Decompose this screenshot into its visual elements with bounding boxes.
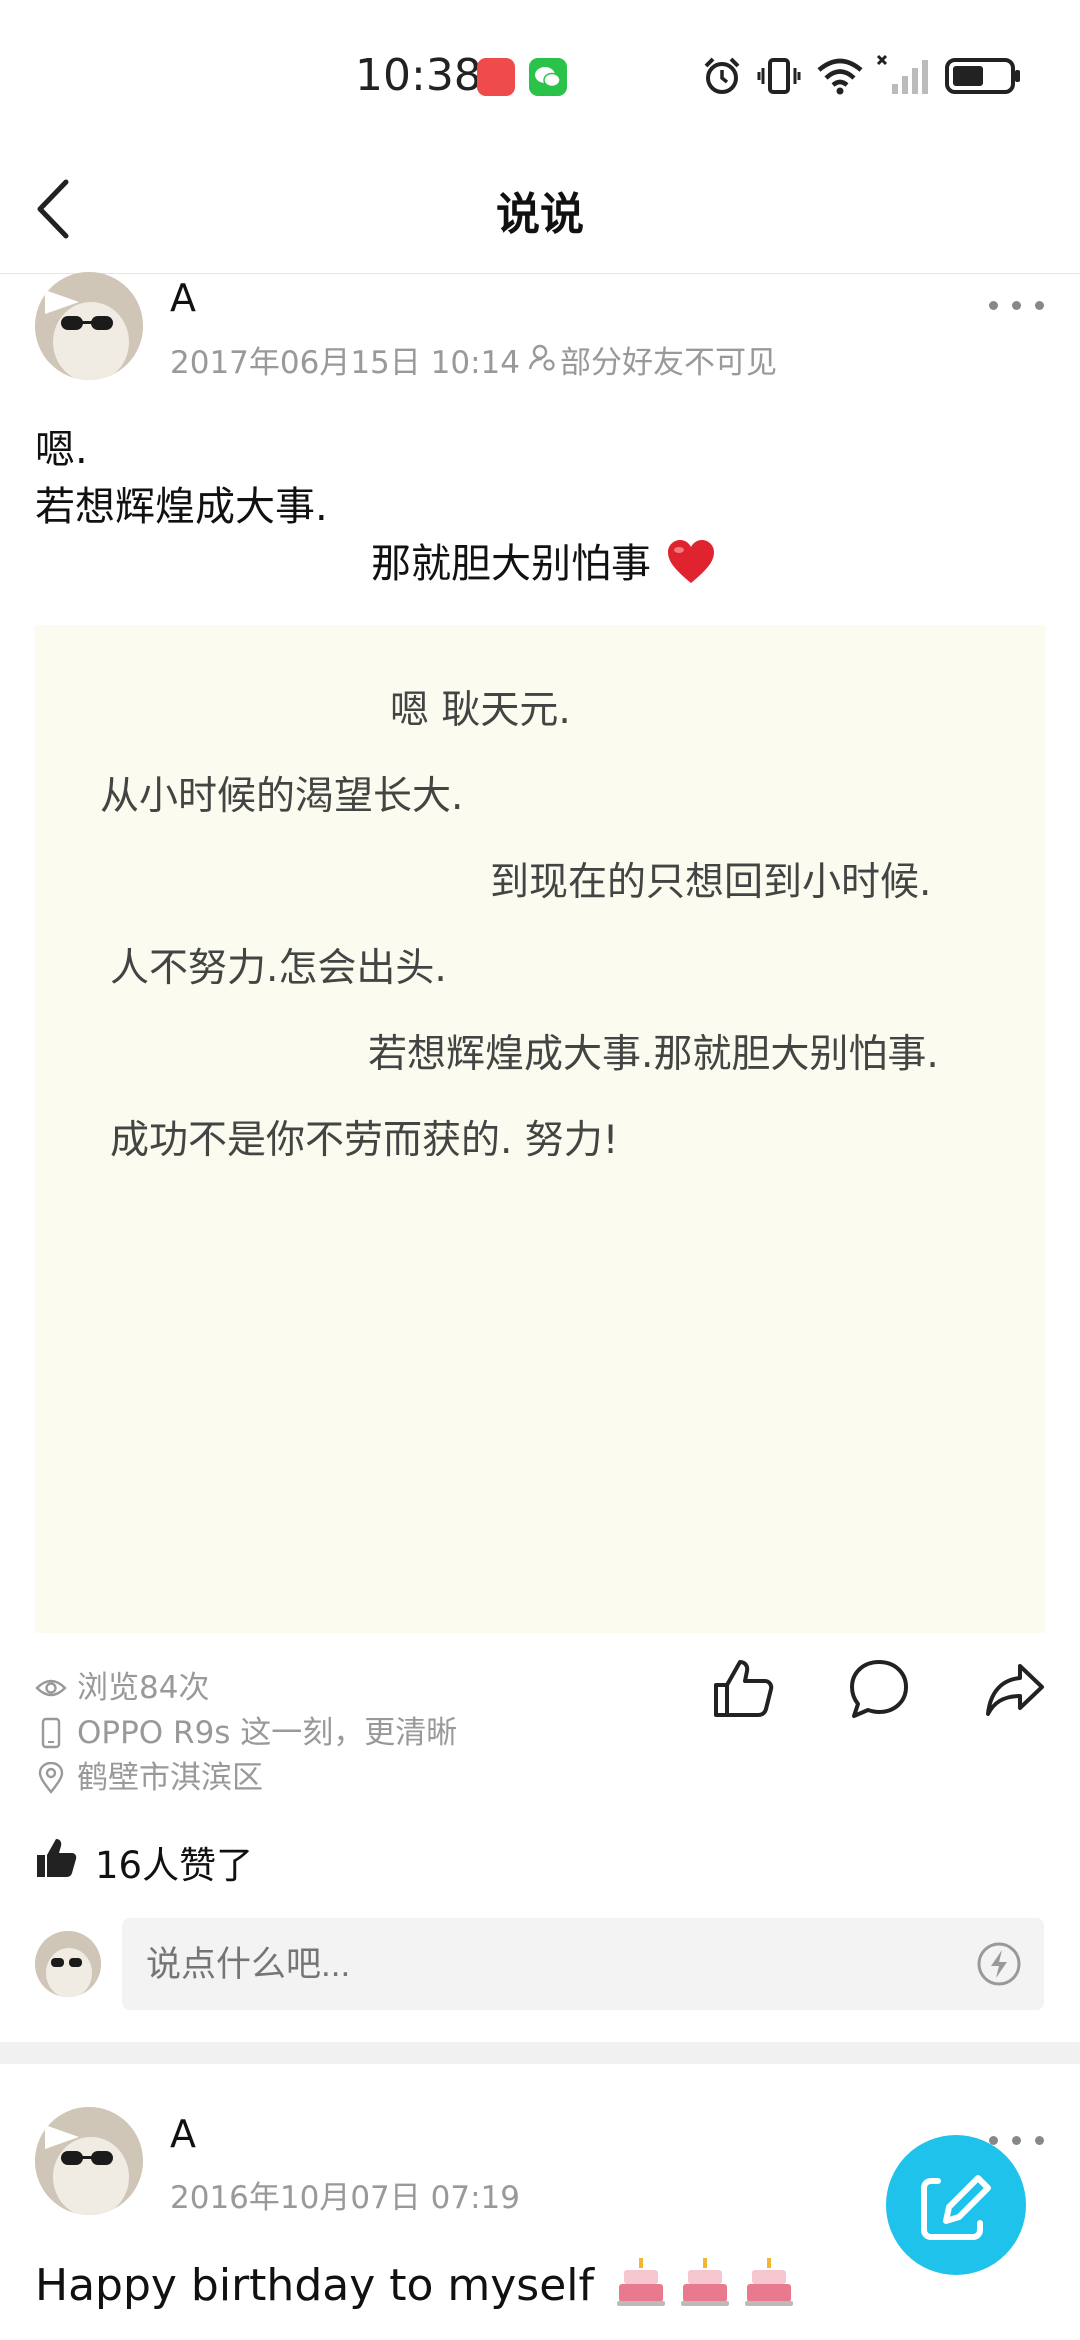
- post-text-line: 那就胆大别怕事: [371, 535, 716, 593]
- visibility-label: 部分好友不可见: [560, 345, 777, 381]
- post-text-image[interactable]: 嗯 耿天元. 从小时候的渴望长大. 到现在的只想回到小时候. 人不努力.怎会出头…: [35, 625, 1045, 1633]
- post-text-line: Happy birthday to myself: [35, 2256, 794, 2323]
- emoji-button-icon[interactable]: [976, 1941, 1022, 1987]
- likes-count: 16人赞了: [95, 1844, 254, 1887]
- like-button-icon[interactable]: [712, 1658, 774, 1720]
- comment-input[interactable]: [144, 1918, 948, 2012]
- image-text-line: 人不努力.怎会出头.: [110, 946, 447, 991]
- edit-pencil-icon: [921, 2175, 991, 2240]
- more-options-button[interactable]: [985, 290, 1075, 320]
- image-text-line: 从小时候的渴望长大.: [100, 774, 464, 819]
- thumbs-up-filled-icon: [37, 1839, 77, 1877]
- views-count: 浏览84次: [77, 1670, 210, 1706]
- author-name[interactable]: A: [170, 276, 196, 320]
- image-text-line: 嗯 耿天元.: [390, 688, 571, 733]
- post-divider: [0, 2042, 1080, 2064]
- nav-bar: 说说: [0, 150, 1080, 274]
- phone-icon: [41, 1717, 61, 1749]
- avatar[interactable]: [35, 2107, 143, 2215]
- device-label: OPPO R9s 这一刻，更清晰: [77, 1715, 458, 1751]
- page-title: 说说: [496, 189, 584, 240]
- my-avatar: [35, 1931, 101, 1997]
- post-text-line: 若想辉煌成大事.: [35, 484, 328, 530]
- cake-emoji-icon: [681, 2258, 730, 2306]
- cake-emoji-icon: [745, 2258, 794, 2306]
- image-text-line: 若想辉煌成大事.那就胆大别怕事.: [368, 1032, 939, 1077]
- wifi-icon: [817, 58, 863, 95]
- avatar[interactable]: [35, 272, 143, 380]
- alarm-icon: [704, 57, 740, 94]
- image-text-line: 到现在的只想回到小时候.: [490, 860, 932, 905]
- post-text-span: 那就胆大别怕事: [371, 541, 651, 587]
- heart-emoji-icon: [667, 540, 714, 583]
- eye-icon: [35, 1679, 67, 1697]
- compose-button[interactable]: [886, 2135, 1026, 2275]
- cake-emojis: [616, 2256, 794, 2323]
- author-name[interactable]: A: [170, 2112, 196, 2156]
- post-text-line: 嗯.: [35, 427, 88, 473]
- comment-button-icon[interactable]: [848, 1658, 910, 1720]
- post-date: 2016年10月07日 07:19: [170, 2180, 520, 2216]
- status-time: 10:38: [355, 50, 482, 101]
- wechat-app-icon: [529, 58, 567, 96]
- huawei-app-icon: [477, 58, 515, 96]
- post-text-span: Happy birthday to myself: [35, 2260, 595, 2311]
- location-pin-icon: [38, 1762, 64, 1794]
- cake-emoji-icon: [617, 2258, 666, 2306]
- vibrate-icon: [757, 58, 801, 94]
- post-date: 2017年06月15日 10:14: [170, 345, 520, 381]
- battery-icon: [945, 58, 1020, 94]
- share-button-icon[interactable]: [984, 1658, 1046, 1720]
- image-text-line: 成功不是你不劳而获的. 努力!: [110, 1118, 619, 1163]
- location-label: 鹤壁市淇滨区: [77, 1760, 263, 1796]
- comment-box: [122, 1918, 1044, 2012]
- signal-icon: [876, 54, 928, 94]
- user-visibility-icon: [528, 344, 555, 371]
- status-bar: 10:38: [0, 0, 1080, 150]
